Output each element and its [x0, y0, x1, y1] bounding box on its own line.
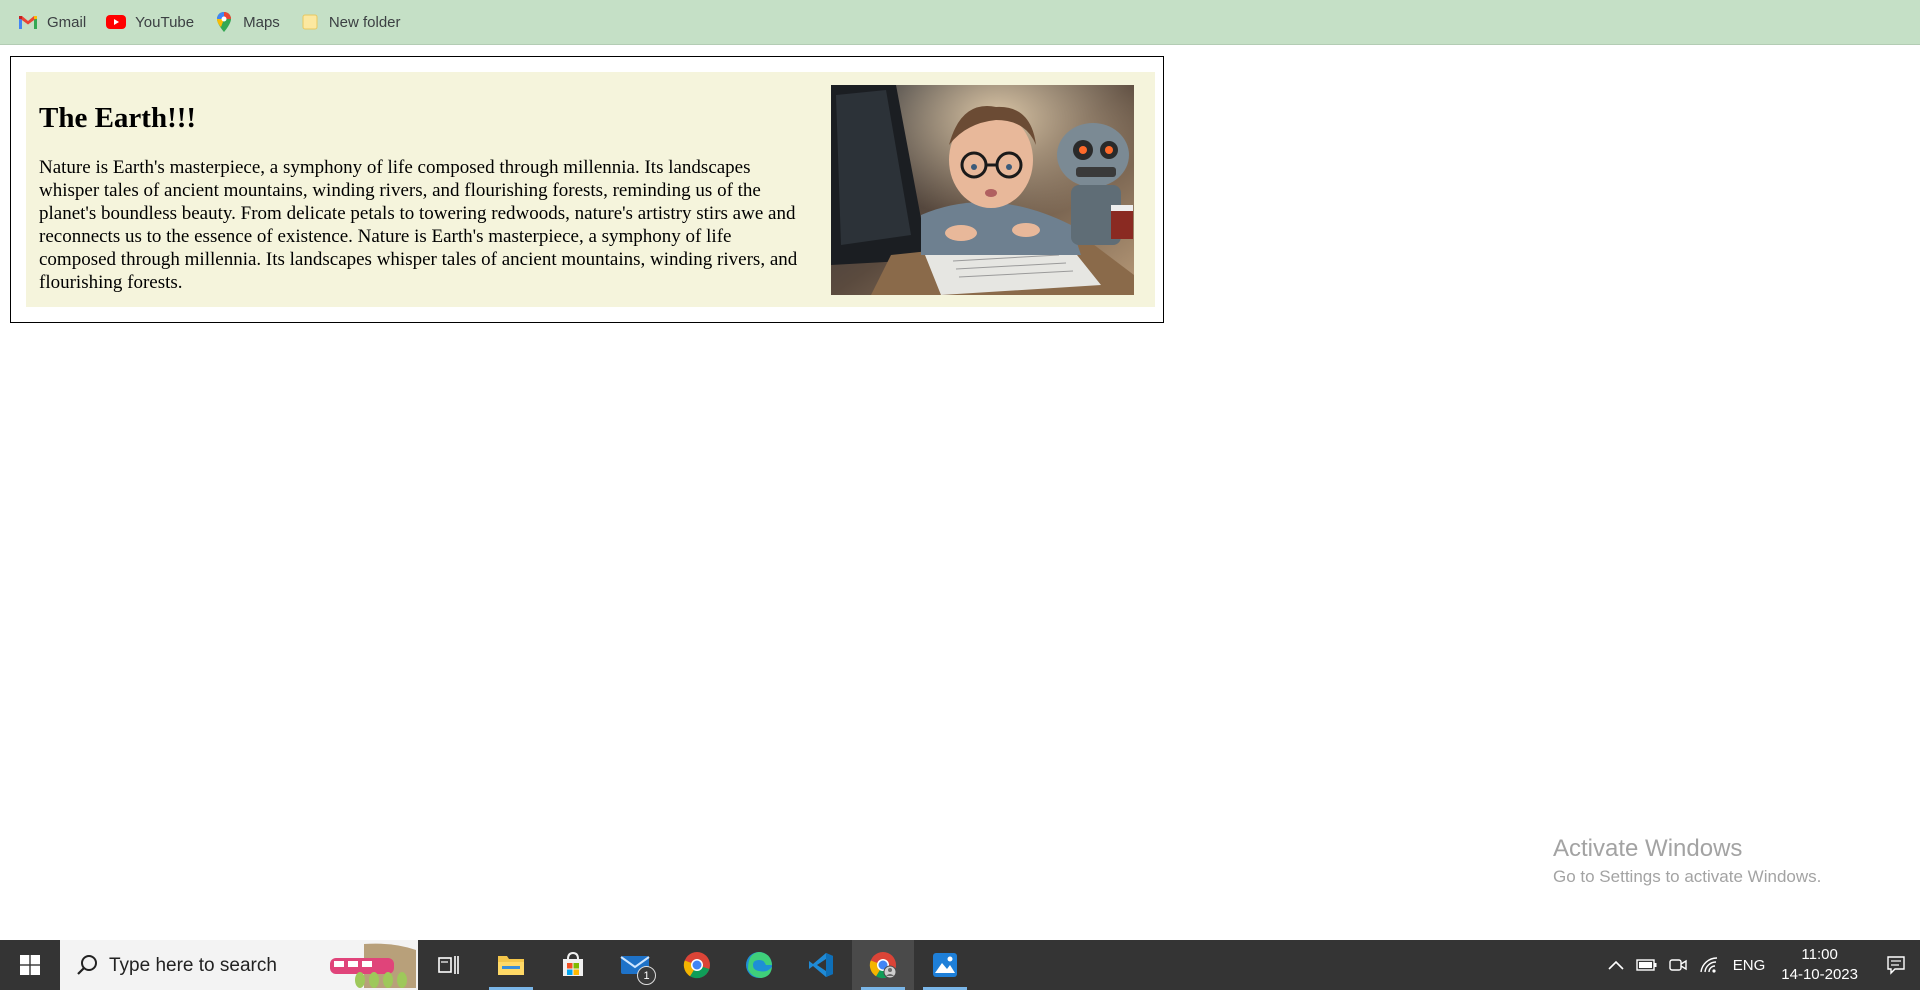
clock-time: 11:00: [1801, 946, 1838, 963]
bookmark-gmail[interactable]: Gmail: [18, 12, 86, 32]
wifi-icon: [1700, 957, 1718, 973]
taskbar-search[interactable]: Type here to search: [60, 940, 418, 990]
chrome-button[interactable]: [666, 940, 728, 990]
search-highlight-icon: [324, 942, 416, 993]
content-card: The Earth!!! Nature is Earth's masterpie…: [10, 56, 1164, 323]
task-view-button[interactable]: [418, 940, 480, 990]
task-view-icon: [438, 956, 459, 974]
bookmark-new-folder[interactable]: New folder: [300, 12, 401, 32]
card-title: The Earth!!!: [39, 102, 197, 134]
notifications-button[interactable]: [1872, 940, 1920, 990]
bookmark-label: Gmail: [47, 13, 87, 31]
bookmarks-bar: Gmail YouTube Maps New folder: [0, 0, 1920, 45]
taskbar: Type here to search 1 ENG 11:00 14-10-20…: [0, 940, 1920, 990]
activate-windows-watermark: Activate Windows Go to Settings to activ…: [1553, 835, 1821, 887]
watermark-subtitle: Go to Settings to activate Windows.: [1553, 867, 1822, 886]
mail-badge: 1: [637, 966, 656, 985]
folder-icon: [300, 12, 320, 32]
vscode-icon: [809, 953, 833, 977]
vscode-button[interactable]: [790, 940, 852, 990]
meet-now-button[interactable]: [1663, 940, 1694, 990]
language-indicator[interactable]: ENG: [1733, 957, 1766, 974]
gmail-icon: [18, 12, 38, 32]
chrome-profile-button[interactable]: [852, 940, 914, 990]
camera-icon: [1669, 959, 1687, 971]
bookmark-label: YouTube: [135, 13, 195, 31]
show-hidden-icons-button[interactable]: [1601, 940, 1632, 990]
windows-logo-icon: [20, 955, 40, 975]
edge-icon: [746, 952, 772, 978]
search-placeholder: Type here to search: [109, 955, 277, 976]
photos-icon: [933, 953, 957, 977]
card-paragraph: Nature is Earth's masterpiece, a symphon…: [39, 157, 798, 293]
clock-date: 14-10-2023: [1781, 966, 1858, 983]
battery-button[interactable]: [1632, 940, 1663, 990]
microsoft-store-button[interactable]: [542, 940, 604, 990]
search-icon: [76, 954, 98, 981]
photos-button[interactable]: [914, 940, 976, 990]
boy-with-robot-image: [831, 85, 1134, 295]
youtube-icon: [106, 12, 127, 32]
folder-icon: [498, 956, 524, 975]
watermark-title: Activate Windows: [1553, 835, 1743, 862]
chrome-icon: [869, 952, 897, 979]
bookmark-youtube[interactable]: YouTube: [106, 12, 194, 32]
edge-button[interactable]: [728, 940, 790, 990]
clock[interactable]: 11:00 14-10-2023: [1781, 945, 1858, 985]
start-button[interactable]: [0, 940, 60, 990]
system-tray: ENG 11:00 14-10-2023: [1601, 940, 1920, 990]
card-illustration: [831, 85, 1134, 295]
battery-icon: [1636, 959, 1657, 971]
bookmark-label: New folder: [328, 13, 401, 31]
file-explorer-button[interactable]: [480, 940, 542, 990]
bookmark-maps[interactable]: Maps: [214, 12, 280, 32]
maps-icon: [214, 12, 234, 32]
bookmark-label: Maps: [243, 13, 280, 31]
chrome-icon: [683, 952, 710, 979]
chevron-up-icon: [1608, 960, 1624, 970]
notification-icon: [1887, 956, 1905, 975]
mail-button[interactable]: 1: [604, 940, 666, 990]
network-button[interactable]: [1694, 940, 1725, 990]
card-inner: The Earth!!! Nature is Earth's masterpie…: [26, 72, 1155, 307]
store-icon: [563, 952, 583, 976]
